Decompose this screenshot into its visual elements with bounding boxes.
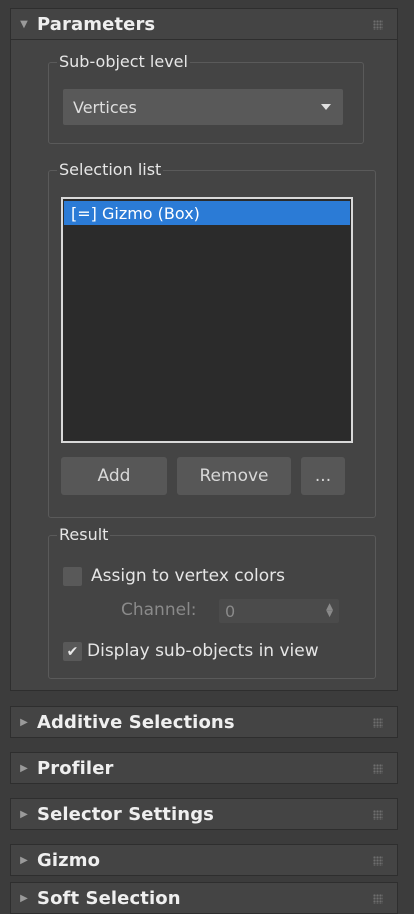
rollout-title: Profiler xyxy=(37,757,114,779)
channel-value: 0 xyxy=(225,601,236,621)
rollout-title: Soft Selection xyxy=(37,887,181,909)
rollout-profiler[interactable]: ▶ Profiler xyxy=(10,752,398,784)
grip-dots-icon[interactable] xyxy=(373,20,383,30)
grip-dots-icon[interactable] xyxy=(373,894,383,904)
channel-label: Channel: xyxy=(121,600,197,620)
selection-list-group: Selection list [=] Gizmo (Box) Add Remov… xyxy=(48,160,376,518)
triangle-right-icon: ▶ xyxy=(20,808,28,820)
channel-spinner[interactable]: 0 ▲ ▼ xyxy=(219,599,339,623)
rollout-title: Selector Settings xyxy=(37,803,214,825)
display-subobjects-label: Display sub-objects in view xyxy=(87,641,319,661)
rollout-header[interactable]: ▶ Soft Selection xyxy=(10,882,398,914)
more-options-button[interactable]: ... xyxy=(301,457,345,495)
rollout-title: Gizmo xyxy=(37,849,101,871)
assign-vertex-colors-label: Assign to vertex colors xyxy=(91,566,286,586)
rollout-header[interactable]: ▶ Profiler xyxy=(10,752,398,784)
rollout-gizmo[interactable]: ▶ Gizmo xyxy=(10,844,398,876)
grip-dots-icon[interactable] xyxy=(373,856,383,866)
result-legend: Result xyxy=(57,525,111,544)
rollout-header[interactable]: ▶ Additive Selections xyxy=(10,706,398,738)
dropdown-value: Vertices xyxy=(73,97,137,117)
subobject-group: Sub-object level Vertices xyxy=(48,52,364,144)
rollout-header[interactable]: ▶ Gizmo xyxy=(10,844,398,876)
triangle-right-icon: ▶ xyxy=(20,716,28,728)
checkmark-icon: ✔ xyxy=(66,643,79,660)
list-item[interactable]: [=] Gizmo (Box) xyxy=(64,201,350,225)
chevron-down-icon xyxy=(321,104,331,110)
selection-listbox[interactable]: [=] Gizmo (Box) xyxy=(61,197,353,443)
rollout-body-parameters: Sub-object level Vertices Selection list… xyxy=(10,40,398,691)
subobject-legend: Sub-object level xyxy=(57,52,190,71)
result-group: Result Assign to vertex colors Channel: … xyxy=(48,525,376,679)
grip-dots-icon[interactable] xyxy=(373,718,383,728)
rollout-additive-selections[interactable]: ▶ Additive Selections xyxy=(10,706,398,738)
rollout-selector-settings[interactable]: ▶ Selector Settings xyxy=(10,798,398,830)
subobject-level-dropdown[interactable]: Vertices xyxy=(63,89,343,125)
rollout-header-parameters[interactable]: ▼ Parameters xyxy=(10,8,398,40)
triangle-right-icon: ▶ xyxy=(20,762,28,774)
grip-dots-icon[interactable] xyxy=(373,810,383,820)
assign-vertex-colors-checkbox[interactable] xyxy=(63,567,82,586)
modifier-panel: ▼ Parameters Sub-object level Vertices S… xyxy=(10,8,398,914)
triangle-right-icon: ▶ xyxy=(20,892,28,904)
rollout-header[interactable]: ▶ Selector Settings xyxy=(10,798,398,830)
grip-dots-icon[interactable] xyxy=(373,764,383,774)
remove-button[interactable]: Remove xyxy=(177,457,291,495)
spinner-arrows-icon[interactable]: ▲ ▼ xyxy=(326,603,333,619)
selection-list-legend: Selection list xyxy=(57,160,164,179)
triangle-right-icon: ▶ xyxy=(20,854,28,866)
add-button[interactable]: Add xyxy=(61,457,167,495)
rollout-soft-selection[interactable]: ▶ Soft Selection xyxy=(10,882,398,914)
display-subobjects-checkbox[interactable]: ✔ xyxy=(63,642,82,661)
rollout-title: Additive Selections xyxy=(37,711,235,733)
triangle-down-icon: ▼ xyxy=(20,18,28,30)
rollout-title: Parameters xyxy=(37,13,156,35)
